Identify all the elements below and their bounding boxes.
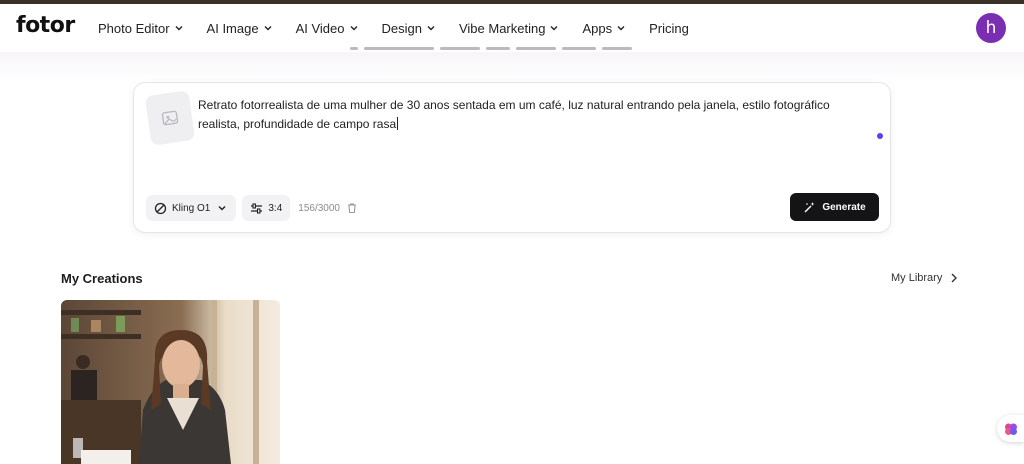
- nav-item-label: Design: [381, 20, 422, 36]
- chevron-down-icon: [350, 26, 357, 31]
- nav-item-label: Photo Editor: [98, 20, 170, 36]
- magic-wand-icon: [804, 201, 815, 212]
- model-selector[interactable]: Kling O1: [146, 195, 237, 221]
- chevron-down-icon: [550, 26, 558, 31]
- model-icon: [154, 202, 167, 214]
- status-dot: [877, 133, 883, 139]
- my-library-label: My Library: [891, 272, 943, 284]
- nav-item-photo-editor[interactable]: Photo Editor: [98, 21, 185, 36]
- nav-item-label: AI Video: [295, 20, 345, 36]
- trash-icon[interactable]: [346, 202, 358, 214]
- chevron-down-icon: [218, 206, 226, 211]
- nav-item-ai-image[interactable]: AI Image: [207, 21, 274, 36]
- character-counter: 156/3000: [298, 202, 340, 214]
- chevron-down-icon: [617, 26, 625, 31]
- aspect-ratio-selector[interactable]: 3:4: [242, 195, 291, 221]
- prompt-card: Retrato fotorrealista de uma mulher de 3…: [133, 82, 891, 233]
- nav-item-ai-video[interactable]: AI Video: [296, 21, 360, 36]
- nav-item-vibe-marketing[interactable]: Vibe Marketing: [459, 21, 560, 36]
- nav-item-label: Pricing: [649, 20, 689, 36]
- prompt-input[interactable]: Retrato fotorrealista de uma mulher de 3…: [198, 96, 858, 134]
- image-placeholder-icon: [161, 110, 179, 126]
- creation-thumbnail[interactable]: [61, 300, 280, 464]
- nav-item-label: AI Image: [206, 20, 259, 36]
- brain-icon: [1004, 423, 1017, 435]
- generate-button[interactable]: Generate: [790, 193, 879, 221]
- generate-label: Generate: [822, 201, 866, 213]
- nav-item-apps[interactable]: Apps: [582, 21, 627, 36]
- sliders-icon: [251, 202, 263, 214]
- my-library-link[interactable]: My Library: [891, 272, 958, 284]
- prompt-text-value: Retrato fotorrealista de uma mulher de 3…: [198, 98, 830, 131]
- assistant-float-button[interactable]: [997, 415, 1024, 442]
- prompt-controls: Kling O1 3:4 156/3000: [146, 195, 358, 221]
- nav-item-label: Vibe Marketing: [458, 20, 546, 36]
- chevron-right-icon: [951, 273, 958, 283]
- fotor-logo[interactable]: fotor: [16, 13, 75, 38]
- hero-background: [0, 52, 1024, 82]
- generated-portrait-image: [61, 300, 280, 464]
- nav-item-pricing[interactable]: Pricing: [649, 21, 689, 36]
- user-avatar[interactable]: h: [976, 13, 1006, 43]
- aspect-ratio-label: 3:4: [268, 202, 283, 214]
- section-title-my-creations: My Creations: [61, 271, 143, 286]
- chevron-down-icon: [427, 26, 435, 31]
- chevron-down-icon: [175, 26, 183, 31]
- model-label: Kling O1: [172, 202, 211, 214]
- reference-image-upload[interactable]: [144, 90, 196, 146]
- nav-item-design[interactable]: Design: [382, 21, 437, 36]
- hero-subtitle-cropped: [350, 44, 640, 54]
- text-caret: [397, 117, 399, 130]
- nav-item-label: Apps: [582, 20, 613, 36]
- chevron-down-icon: [264, 26, 272, 31]
